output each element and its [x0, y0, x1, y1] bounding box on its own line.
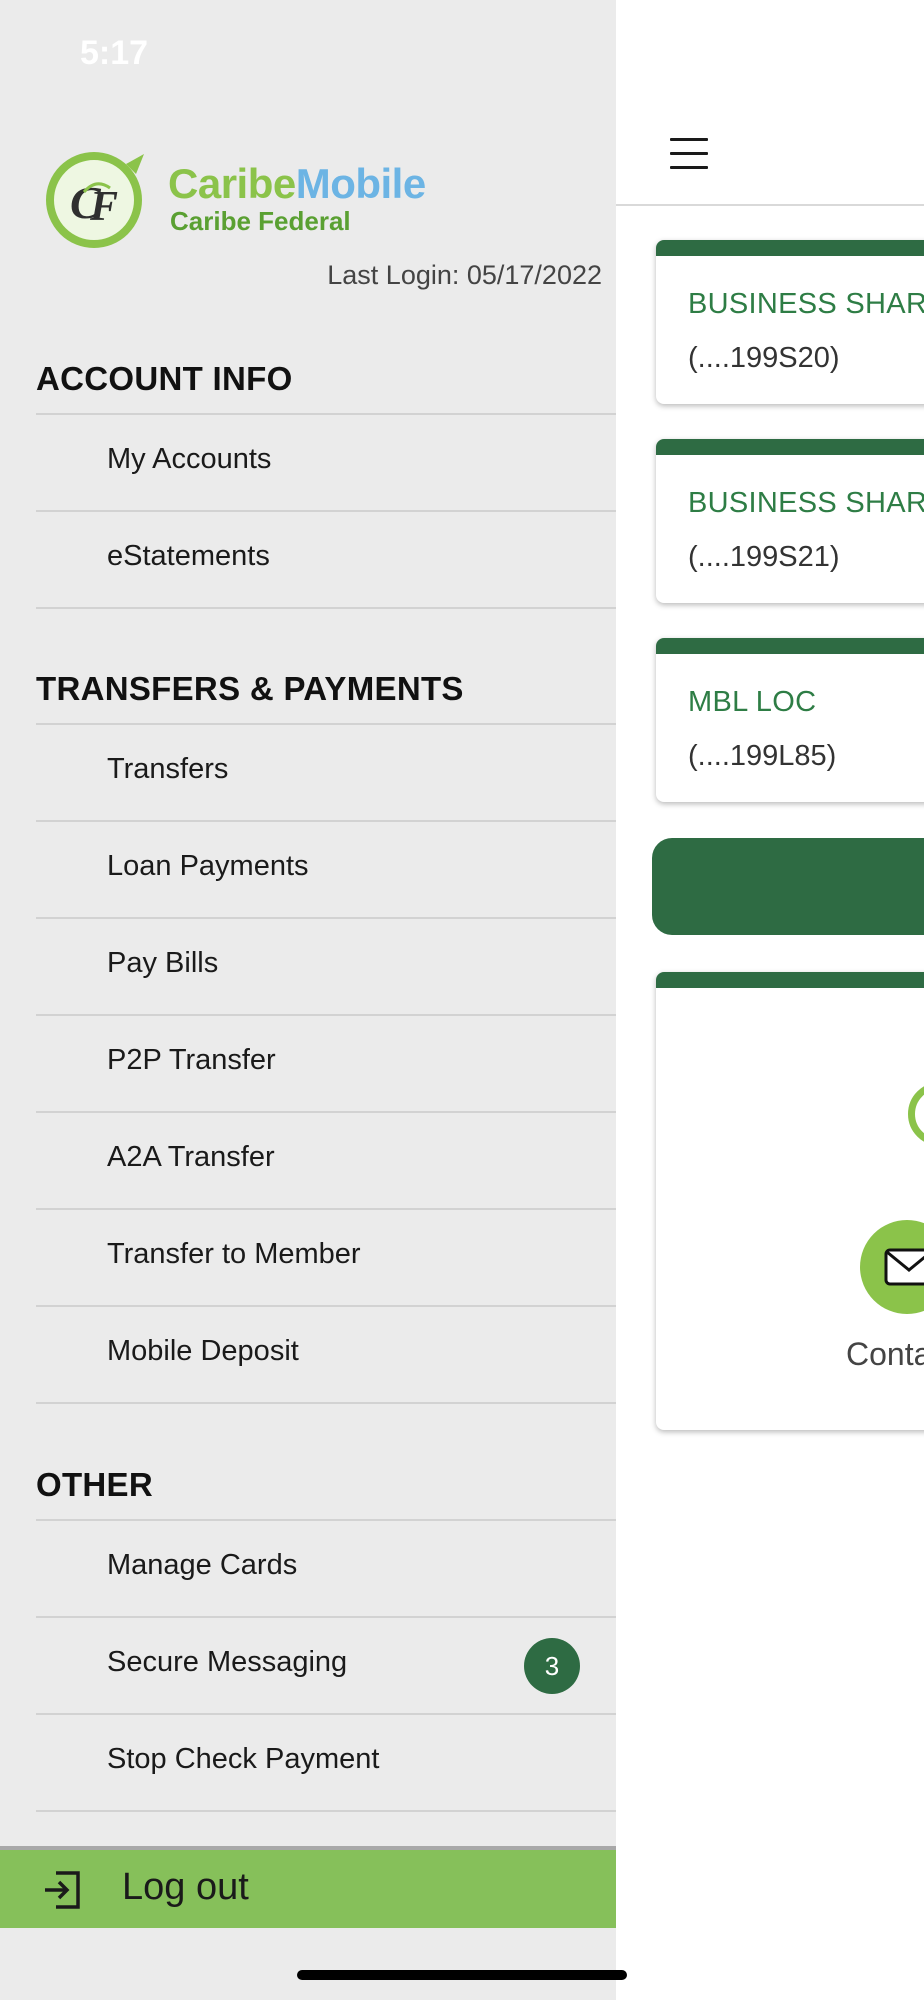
menu-item-a2a-transfer[interactable]: A2A Transfer: [36, 1111, 616, 1207]
divider: [36, 607, 616, 609]
logout-label: Log out: [122, 1866, 249, 1908]
menu-item-label: Secure Messaging: [107, 1646, 348, 1678]
unread-count-badge: 3: [524, 1638, 580, 1694]
divider: [36, 1402, 616, 1404]
last-login: Last Login: 05/17/2022: [327, 260, 602, 290]
hamburger-menu-icon[interactable]: [670, 138, 708, 170]
card-accent-bar: [656, 972, 924, 988]
menu-item-label: Mobile Deposit: [107, 1335, 299, 1367]
main-content: BUSINESS SHAR (....199S20) BUSINESS SHAR…: [616, 0, 924, 2000]
circle-icon[interactable]: [908, 1082, 924, 1146]
menu-item-pay-bills[interactable]: Pay Bills: [36, 917, 616, 1013]
svg-text:F: F: [89, 184, 118, 230]
menu-item-label: Manage Cards: [107, 1549, 298, 1581]
menu-item-mobile-deposit[interactable]: Mobile Deposit: [36, 1305, 616, 1401]
menu-item-manage-cards[interactable]: Manage Cards: [36, 1519, 616, 1615]
contact-card: Conta: [656, 972, 924, 1430]
section-title-transfers-payments: TRANSFERS & PAYMENTS: [36, 670, 464, 707]
account-number: (....199S21): [688, 541, 840, 573]
navigation-drawer: 5:17 C F CaribeMobile Caribe Federal Las…: [0, 0, 616, 2000]
section-title-account-info: ACCOUNT INFO: [36, 360, 293, 397]
account-name: BUSINESS SHAR: [688, 288, 924, 320]
logout-button[interactable]: Log out: [0, 1846, 616, 1928]
envelope-icon[interactable]: [860, 1220, 924, 1314]
menu-item-label: P2P Transfer: [107, 1044, 276, 1076]
top-app-bar: [616, 0, 924, 206]
menu-item-my-accounts[interactable]: My Accounts: [36, 413, 616, 509]
account-name: MBL LOC: [688, 686, 817, 718]
brand-subtitle: Caribe Federal: [170, 206, 351, 236]
account-number: (....199L85): [688, 740, 837, 772]
brand-name: CaribeMobile: [168, 160, 426, 208]
menu-item-label: Transfer to Member: [107, 1238, 361, 1270]
account-card[interactable]: MBL LOC (....199L85): [656, 638, 924, 802]
divider: [36, 1810, 616, 1812]
home-indicator[interactable]: [297, 1970, 627, 1980]
card-accent-bar: [656, 439, 924, 455]
status-bar-time: 5:17: [80, 34, 149, 72]
menu-item-label: eStatements: [107, 540, 270, 572]
card-accent-bar: [656, 638, 924, 654]
brand-part-1: Caribe: [168, 160, 296, 207]
menu-item-loan-payments[interactable]: Loan Payments: [36, 820, 616, 916]
menu-item-label: My Accounts: [107, 443, 272, 475]
brand-part-2: Mobile: [295, 160, 427, 207]
menu-item-p2p-transfer[interactable]: P2P Transfer: [36, 1014, 616, 1110]
logout-icon: [45, 1871, 80, 1909]
menu-item-label: A2A Transfer: [107, 1141, 275, 1173]
action-button[interactable]: [652, 838, 924, 935]
section-title-other: OTHER: [36, 1466, 153, 1503]
menu-item-transfers[interactable]: Transfers: [36, 723, 616, 819]
account-number: (....199S20): [688, 342, 840, 374]
menu-item-label: Loan Payments: [107, 850, 309, 882]
card-accent-bar: [656, 240, 924, 256]
menu-item-label: Transfers: [107, 753, 229, 785]
contact-label[interactable]: Conta: [846, 1336, 924, 1373]
menu-item-transfer-to-member[interactable]: Transfer to Member: [36, 1208, 616, 1304]
menu-item-stop-check-payment[interactable]: Stop Check Payment: [36, 1713, 616, 1809]
menu-item-label: Pay Bills: [107, 947, 219, 979]
account-name: BUSINESS SHAR: [688, 487, 924, 519]
menu-item-estatements[interactable]: eStatements: [36, 510, 616, 606]
menu-item-label: Stop Check Payment: [107, 1743, 380, 1775]
account-card[interactable]: BUSINESS SHAR (....199S21): [656, 439, 924, 603]
account-card[interactable]: BUSINESS SHAR (....199S20): [656, 240, 924, 404]
caribe-federal-logo: C F: [46, 152, 144, 248]
